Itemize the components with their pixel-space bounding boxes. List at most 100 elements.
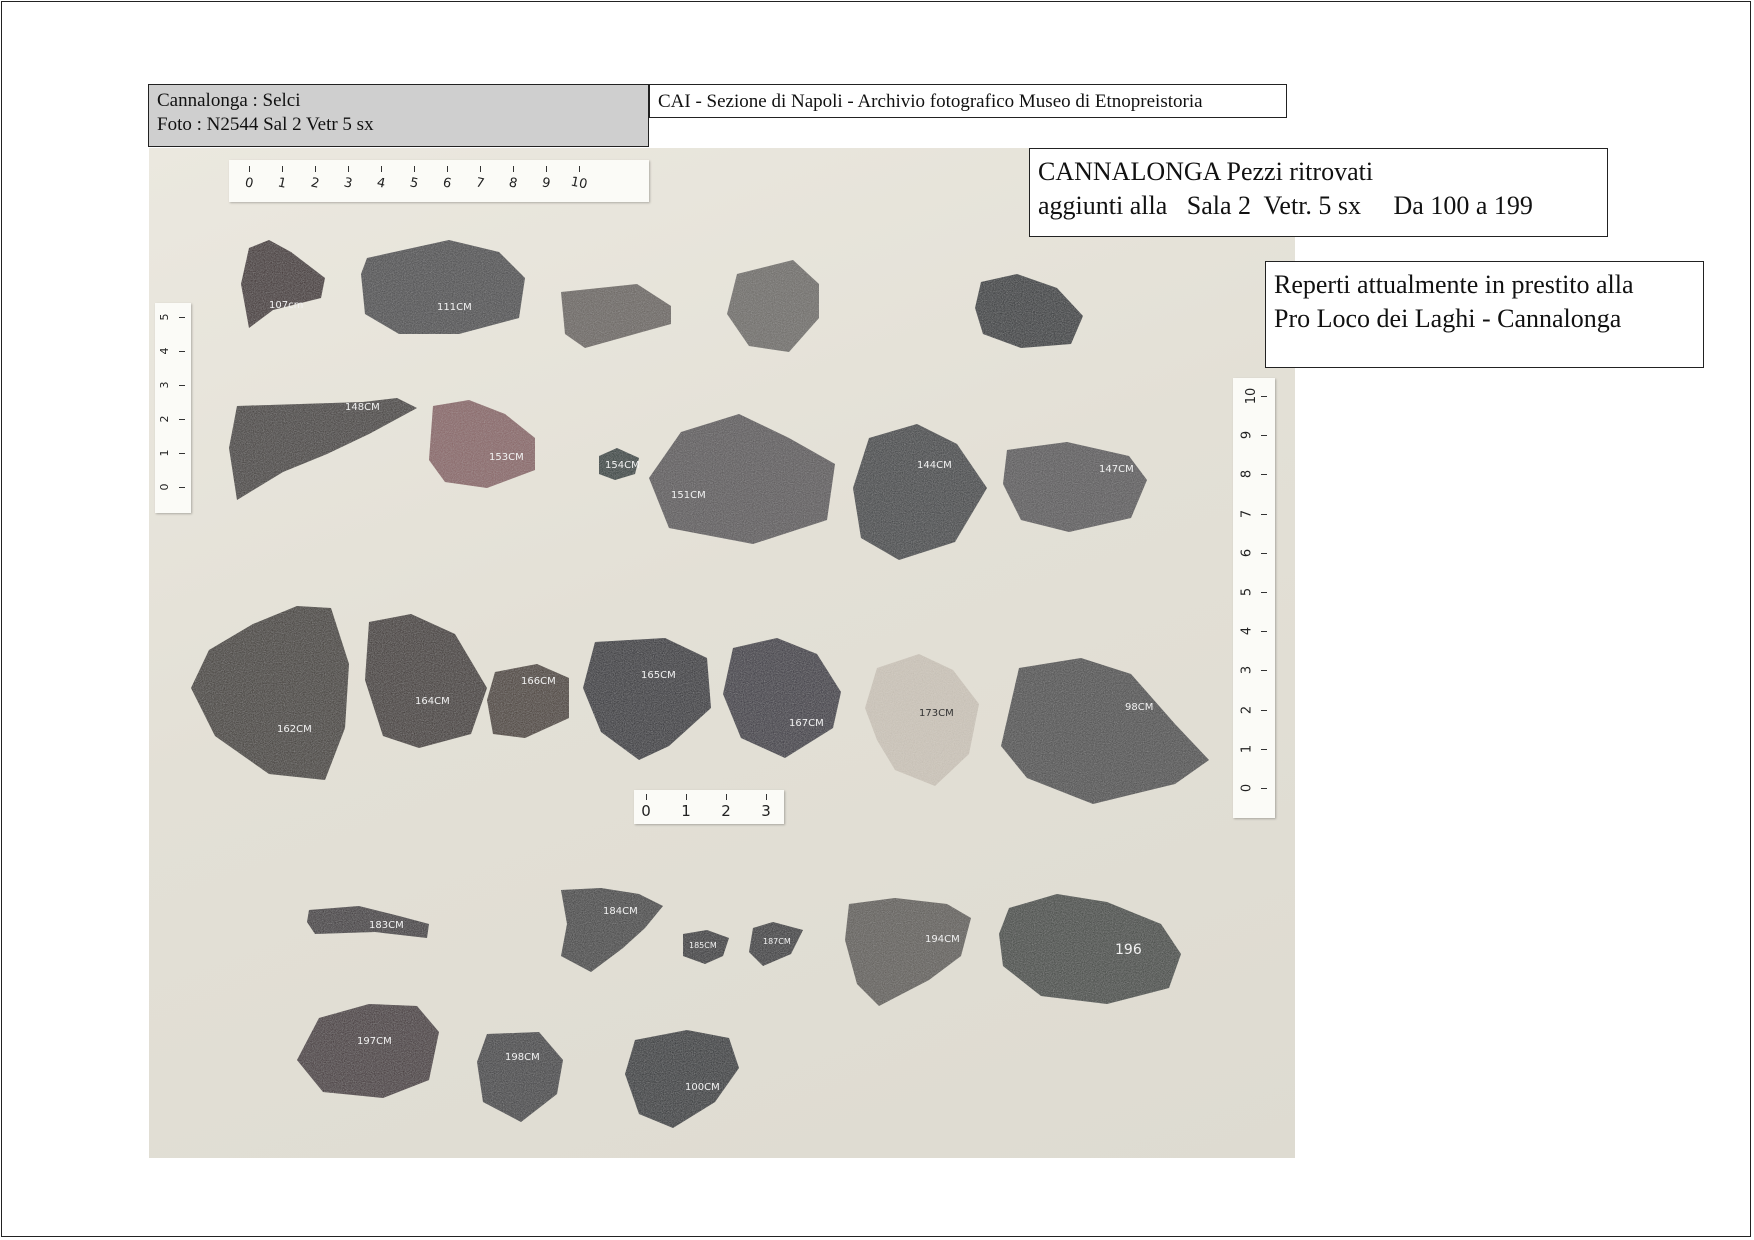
ruler-tick-label: 8: [1239, 470, 1255, 479]
ruler-tick-label: 1: [158, 449, 171, 457]
fragment-167: [723, 638, 841, 758]
ruler-tick: [1261, 670, 1267, 672]
fragment-187-number: 187CM: [763, 937, 791, 946]
fragment-a: [561, 284, 671, 348]
fragment-148: [229, 398, 417, 500]
ruler-tick: [249, 166, 250, 172]
ruler-tick: [179, 351, 185, 352]
archive-caption: CAI - Sezione di Napoli - Archivio fotog…: [649, 84, 1287, 118]
fragment-198-number: 198CM: [505, 1052, 540, 1063]
ruler-tick: [414, 166, 415, 172]
fragment-151: [649, 414, 835, 544]
ruler-tick: [546, 166, 547, 172]
fragment-100: [625, 1030, 739, 1128]
fragment-198: [477, 1032, 563, 1122]
ruler-tick: [1261, 513, 1267, 515]
ruler-tick-label: 1: [1239, 744, 1255, 753]
ruler-tick-label: 0: [243, 175, 255, 192]
fragment-196: [999, 894, 1181, 1004]
ruler-tick-label: 2: [1239, 705, 1255, 714]
fragment-147-number: 147CM: [1099, 464, 1134, 475]
ruler-tick: [1261, 709, 1267, 711]
fragment-173-number: 173CM: [919, 708, 954, 719]
ruler-tick-label: 9: [1239, 431, 1255, 440]
ruler-tick-label: 7: [1239, 509, 1255, 518]
ruler-tick: [480, 166, 481, 172]
ruler-tick-label: 2: [309, 175, 321, 192]
ruler-tick: [579, 166, 580, 172]
ruler-tick-label: 1: [681, 802, 691, 820]
fragment-98: [1001, 658, 1209, 804]
ruler-tick-label: 1: [276, 175, 288, 192]
fragment-167-number: 167CM: [789, 718, 824, 729]
ruler-tick: [1261, 788, 1267, 789]
ruler-tick: [513, 166, 514, 172]
fragment-148-number: 148CM: [345, 402, 380, 413]
fragment-194-number: 194CM: [925, 934, 960, 945]
ruler-tick-label: 9: [540, 175, 552, 192]
ruler-tick-label: 6: [441, 175, 453, 192]
scale-ruler-bottom: 0 1 2 3: [634, 790, 784, 824]
fragment-184-number: 184CM: [603, 906, 638, 917]
ruler-tick: [1261, 474, 1267, 476]
recovered-pieces-note-line1: CANNALONGA Pezzi ritrovati: [1038, 157, 1374, 186]
ruler-tick-label: 3: [158, 381, 171, 389]
fragment-151-number: 151CM: [671, 490, 706, 501]
fragment-197-number: 197CM: [357, 1036, 392, 1047]
ruler-tick-label: 5: [158, 313, 171, 321]
fragment-153-number: 153CM: [489, 452, 524, 463]
fragment-144: [853, 424, 987, 560]
fragment-185-number: 185CM: [689, 941, 717, 950]
catalog-label-box: Cannalonga : Selci Foto : N2544 Sal 2 Ve…: [148, 84, 649, 147]
ruler-tick-label: 6: [1239, 548, 1255, 557]
recovered-pieces-note: CANNALONGA Pezzi ritrovati aggiunti alla…: [1029, 148, 1608, 237]
archive-caption-text: CAI - Sezione di Napoli - Archivio fotog…: [658, 91, 1203, 112]
ruler-tick-label: 0: [641, 802, 651, 820]
fragment-147: [1003, 442, 1147, 532]
ruler-tick-label: 2: [158, 415, 171, 423]
ruler-tick-label: 5: [1239, 587, 1255, 597]
fragment-100-number: 100CM: [685, 1082, 720, 1093]
fragment-144-number: 144CM: [917, 460, 952, 471]
loan-note-line1: Reperti attualmente in prestito alla: [1274, 270, 1634, 299]
fragment-c: [975, 274, 1083, 348]
ruler-tick: [381, 166, 382, 172]
ruler-tick: [1261, 748, 1267, 750]
ruler-tick-label: 7: [474, 175, 486, 192]
ruler-tick-label: 4: [158, 347, 171, 355]
ruler-tick: [179, 385, 185, 386]
artifact-photo: 107cm 111CM 148CM 153CM 154CM 151CM 144C…: [149, 148, 1295, 1158]
ruler-tick-label: 4: [1239, 627, 1255, 636]
scale-ruler-right: 10 9 8 7 6 5 4 3 2 1 0: [1233, 378, 1275, 818]
ruler-tick: [1261, 552, 1267, 554]
fragment-196-number: 196: [1115, 942, 1142, 958]
ruler-tick: [348, 166, 349, 172]
ruler-tick: [1261, 435, 1267, 437]
ruler-tick: [1261, 631, 1267, 633]
ruler-tick-label: 3: [342, 175, 354, 192]
loan-note-line2: Pro Loco dei Laghi - Cannalonga: [1274, 304, 1622, 333]
fragment-164-number: 164CM: [415, 696, 450, 707]
scale-ruler-top: 0 1 2 3 4 5 6 7 8 9 10: [229, 160, 649, 202]
fragment-183: [307, 906, 429, 938]
fragment-98-number: 98CM: [1125, 702, 1153, 713]
fragment-194: [845, 898, 971, 1006]
fragment-107: [241, 240, 325, 328]
fragment-183-number: 183CM: [369, 920, 404, 931]
ruler-tick: [1261, 592, 1267, 593]
catalog-label-title: Cannalonga : Selci: [157, 90, 301, 111]
ruler-tick: [315, 166, 316, 172]
fragment-173: [865, 654, 979, 786]
ruler-tick-label: 8: [507, 175, 519, 192]
fragment-111-number: 111CM: [437, 302, 472, 313]
ruler-tick: [686, 794, 687, 800]
ruler-tick: [646, 794, 647, 800]
fragment-166-number: 166CM: [521, 676, 556, 687]
scale-ruler-left: 5 4 3 2 1 0: [155, 303, 191, 513]
ruler-tick: [447, 166, 448, 172]
ruler-tick-label: 10: [1243, 387, 1259, 405]
ruler-tick: [179, 317, 185, 318]
fragment-153: [429, 400, 535, 488]
catalog-label-photo-ref: Foto : N2544 Sal 2 Vetr 5 sx: [157, 114, 374, 135]
fragment-162-number: 162CM: [277, 724, 312, 735]
